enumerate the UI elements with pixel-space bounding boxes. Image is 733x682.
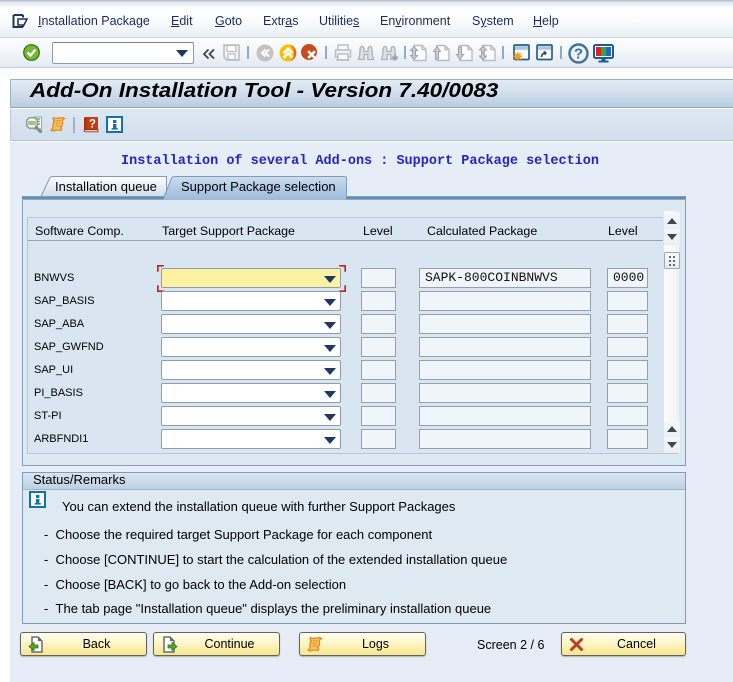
svg-text:Installation queue: Installation queue — [55, 179, 157, 194]
svg-text:Support Package selection: Support Package selection — [181, 179, 336, 194]
svg-text:?: ? — [574, 46, 583, 63]
svg-text:?: ? — [89, 119, 96, 131]
